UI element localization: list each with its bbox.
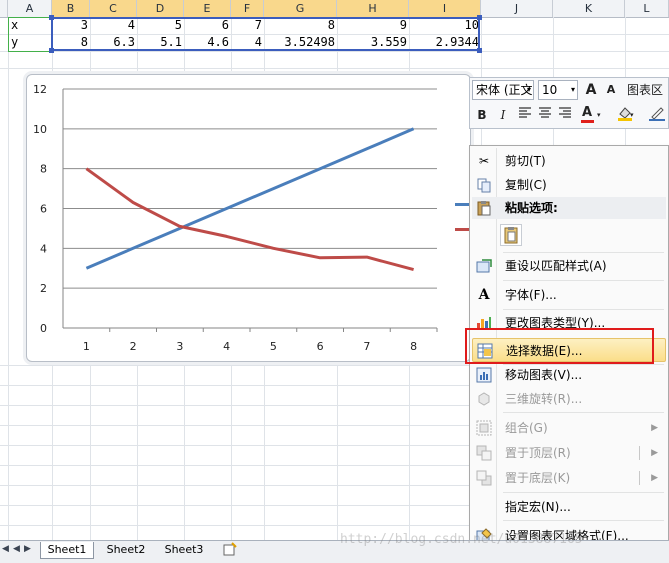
line-chart[interactable]: 0246810121 2 3 4 5 6 7 8	[27, 75, 470, 361]
column-header-j[interactable]: J	[481, 0, 553, 17]
paste-options-header: 粘贴选项:	[472, 197, 666, 219]
series-line-1	[85, 127, 415, 270]
menu-item-font[interactable]: A 字体(F)...	[472, 283, 666, 307]
reset-style-icon	[476, 258, 492, 274]
align-center-icon[interactable]	[536, 106, 554, 124]
x-tick-label: 1	[83, 340, 90, 353]
submenu-arrow-icon: ▶	[651, 448, 658, 458]
grow-font-button[interactable]: A	[582, 81, 600, 99]
shrink-font-button[interactable]: A	[602, 81, 620, 99]
fill-color-icon[interactable]: ▾	[612, 105, 638, 123]
legend-marker-series-2	[455, 228, 469, 231]
first-sheet-icon[interactable]: ◀	[2, 544, 9, 554]
x-tick-label: 5	[270, 340, 277, 353]
group-icon	[476, 420, 492, 436]
column-header-f[interactable]: F	[231, 0, 264, 17]
y-tick-label: 12	[33, 83, 47, 96]
x-tick-label: 4	[223, 340, 230, 353]
menu-item-3d-rotation: 三维旋转(R)...	[472, 387, 666, 411]
clipboard-icon	[504, 227, 518, 244]
range-resize-handle[interactable]	[49, 48, 54, 53]
x-tick-label: 7	[363, 340, 370, 353]
column-header-i[interactable]: I	[409, 0, 481, 17]
sheet-tab-3[interactable]: Sheet3	[158, 542, 210, 558]
submenu-arrow-icon: ▶	[651, 473, 658, 483]
y-tick-label: 4	[40, 242, 47, 255]
align-right-icon[interactable]	[556, 106, 574, 124]
y-tick-label: 8	[40, 163, 47, 176]
bold-button[interactable]: B	[473, 106, 491, 124]
menu-item-group: 组合(G) ▶	[472, 416, 666, 440]
prev-sheet-icon[interactable]: ◀	[13, 544, 20, 554]
column-header-g[interactable]: G	[264, 0, 337, 17]
y-tick-label: 10	[33, 123, 47, 136]
column-header-h[interactable]: H	[337, 0, 409, 17]
submenu-arrow-icon: ▶	[651, 423, 658, 433]
x-tick-label: 3	[176, 340, 183, 353]
range-resize-handle[interactable]	[49, 15, 54, 20]
menu-item-bring-to-front: 置于顶层(R) ▶	[472, 441, 666, 465]
column-header-e[interactable]: E	[184, 0, 231, 17]
font-icon: A	[478, 287, 490, 303]
sheet-tab-1[interactable]: Sheet1	[40, 542, 94, 559]
watermark-text: http://blog.csdn.net/u013887165	[340, 532, 583, 547]
series-line-2	[85, 167, 414, 272]
column-header-k[interactable]: K	[553, 0, 625, 17]
y-tick-label: 2	[40, 282, 47, 295]
scissors-icon: ✂	[478, 154, 490, 168]
copy-icon	[476, 177, 492, 193]
range-resize-handle[interactable]	[477, 48, 482, 53]
menu-item-reset-style[interactable]: 重设以匹配样式(A)	[472, 254, 666, 278]
x-tick-label: 2	[130, 340, 137, 353]
y-tick-label: 6	[40, 203, 47, 216]
italic-button[interactable]: I	[494, 106, 512, 124]
font-color-icon[interactable]: A ▾	[580, 105, 606, 123]
font-size-select[interactable]: 10 ▾	[538, 80, 578, 100]
3d-rotation-icon	[476, 391, 492, 407]
x-tick-label: 6	[317, 340, 324, 353]
y-tick-label: 0	[40, 322, 47, 335]
send-to-back-icon	[476, 470, 492, 486]
menu-item-assign-macro[interactable]: 指定宏(N)...	[472, 495, 666, 519]
column-header-c[interactable]: C	[90, 0, 137, 17]
menu-item-cut[interactable]: ✂ 剪切(T)	[472, 149, 666, 173]
menu-item-move-chart[interactable]: 移动图表(V)...	[472, 363, 666, 387]
column-header-b[interactable]: B	[52, 0, 90, 17]
legend-marker-series-1	[455, 203, 469, 206]
paste-keep-formatting-button[interactable]	[500, 224, 522, 246]
chart-elements-dropdown[interactable]: 图表区	[622, 81, 668, 99]
select-all-corner[interactable]	[0, 0, 8, 17]
chart-area[interactable]: 0 2 4 6 8 10 12 1 2 3 4 5 6 7 8	[26, 74, 471, 362]
category-range-highlight	[8, 17, 52, 52]
insert-sheet-icon[interactable]	[220, 542, 240, 558]
mini-formatting-toolbar: 宋体 (正文 ▾ 10 ▾ A A 图表区 B I A ▾ ▾	[469, 77, 669, 129]
sheet-tab-2[interactable]: Sheet2	[100, 542, 152, 558]
move-chart-icon	[476, 367, 492, 383]
outline-color-icon[interactable]	[648, 105, 666, 123]
paste-icon	[476, 200, 492, 220]
column-header-d[interactable]: D	[137, 0, 184, 17]
data-range-highlight[interactable]	[49, 15, 482, 53]
next-sheet-icon[interactable]: ▶	[24, 544, 31, 554]
range-resize-handle[interactable]	[477, 15, 482, 20]
column-header-l[interactable]: L	[625, 0, 669, 17]
column-header-a[interactable]: A	[8, 0, 52, 17]
x-tick-label: 8	[410, 340, 417, 353]
highlight-annotation-box	[465, 328, 654, 364]
bring-to-front-icon	[476, 445, 492, 461]
menu-item-copy[interactable]: 复制(C)	[472, 173, 666, 197]
column-header-bar: A B C D E F G H I J K L	[0, 0, 669, 18]
font-name-select[interactable]: 宋体 (正文 ▾	[472, 80, 534, 100]
menu-item-send-to-back: 置于底层(K) ▶	[472, 466, 666, 490]
align-left-icon[interactable]	[516, 106, 534, 124]
